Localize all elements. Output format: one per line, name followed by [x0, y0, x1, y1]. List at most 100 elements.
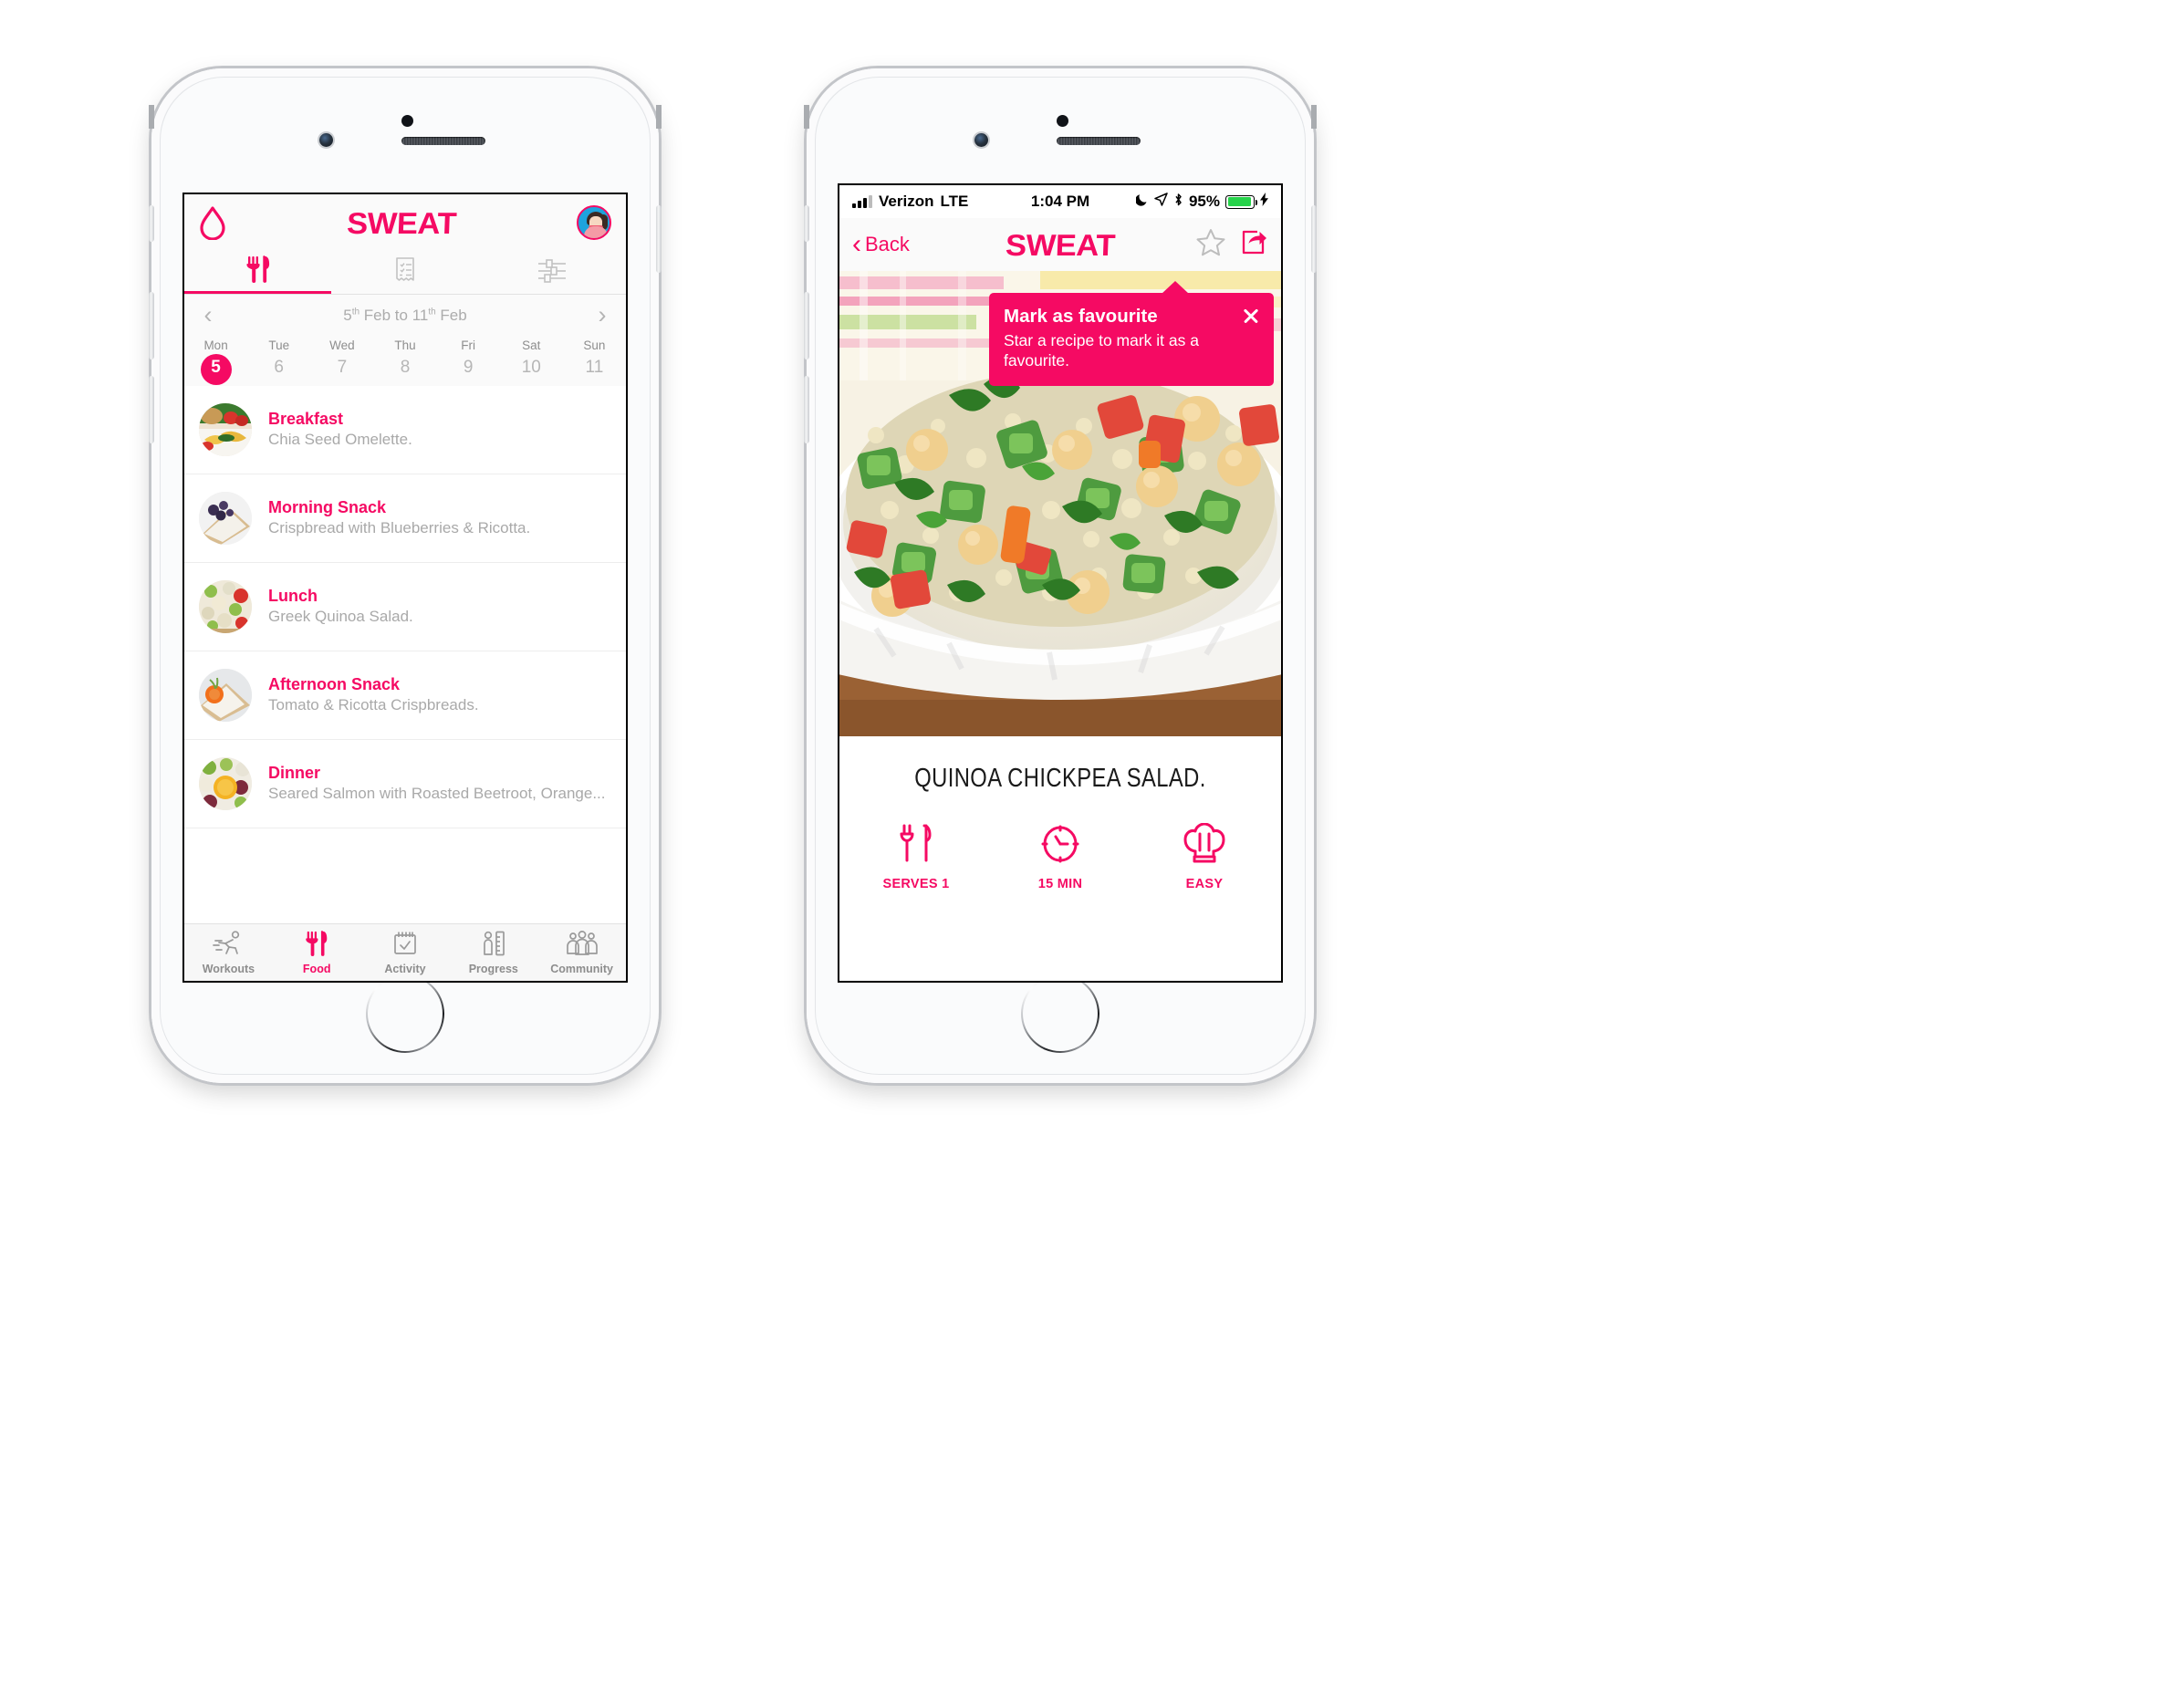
- tabbar-item-workouts[interactable]: Workouts: [184, 930, 273, 975]
- avatar[interactable]: [577, 205, 611, 240]
- tab-preferences[interactable]: [479, 251, 626, 295]
- earpiece-speaker: [401, 137, 485, 145]
- tabbar-item-food[interactable]: Food: [273, 930, 361, 975]
- recipe-stats: SERVES 1 15 MIN EASY: [839, 822, 1281, 891]
- list-item[interactable]: Afternoon Snack Tomato & Ricotta Crispbr…: [184, 651, 626, 740]
- device-bezel: Verizon LTE 1:04 PM 95% ‹ Back SWEAT Mar…: [815, 77, 1306, 1075]
- iphone-device-left: SWEAT ‹ 5th Feb to 11th Feb › Mon Tue We…: [149, 68, 662, 1083]
- day-number-label: 11: [585, 358, 604, 377]
- meal-title: Afternoon Snack: [268, 675, 401, 694]
- meal-text: Breakfast Chia Seed Omelette.: [268, 409, 412, 450]
- day-number-row: 5 6 7 8 9 10 11: [184, 354, 626, 386]
- cutlery-icon: [305, 930, 328, 960]
- volume-up-button[interactable]: [804, 292, 809, 359]
- week-start-suffix: th: [351, 306, 360, 317]
- meal-title: Dinner: [268, 764, 321, 783]
- sliders-icon: [537, 258, 568, 288]
- status-bar: Verizon LTE 1:04 PM 95%: [839, 185, 1281, 218]
- body-ruler-icon: [481, 931, 506, 960]
- checklist-receipt-icon: [394, 256, 416, 289]
- clock-label: 1:04 PM: [1030, 193, 1090, 210]
- water-drop-icon[interactable]: [199, 205, 226, 240]
- stat-time: 15 MIN: [1021, 823, 1099, 891]
- tabbar-item-activity[interactable]: Activity: [361, 931, 450, 975]
- stat-difficulty: EASY: [1165, 822, 1244, 891]
- chef-hat-icon: [1183, 822, 1225, 867]
- day-name-row: Mon Tue Wed Thu Fri Sat Sun: [184, 336, 626, 356]
- tab-meals[interactable]: [184, 251, 332, 295]
- list-item[interactable]: Breakfast Chia Seed Omelette.: [184, 386, 626, 474]
- sweat-logo: SWEAT: [1005, 227, 1116, 262]
- tabbar-label: Progress: [468, 962, 518, 975]
- meal-subtitle: Seared Salmon with Roasted Beetroot, Ora…: [268, 784, 606, 802]
- day-name: Wed: [329, 338, 355, 352]
- day-name: Mon: [203, 338, 228, 352]
- day-number[interactable]: 10: [500, 356, 563, 386]
- frame-antenna-seam-left: [149, 105, 154, 129]
- week-end-day: 11: [412, 306, 429, 324]
- volume-down-button[interactable]: [149, 376, 154, 443]
- section-tabs: [184, 251, 626, 295]
- list-item[interactable]: Lunch Greek Quinoa Salad.: [184, 563, 626, 651]
- close-x-icon[interactable]: [1242, 307, 1260, 325]
- week-start-day: 5: [343, 306, 352, 324]
- back-button[interactable]: ‹ Back: [852, 229, 910, 259]
- signal-strength-icon: [852, 194, 872, 208]
- iphone-device-right: Verizon LTE 1:04 PM 95% ‹ Back SWEAT Mar…: [804, 68, 1317, 1083]
- frame-antenna-seam-right: [1311, 105, 1317, 129]
- next-week-button[interactable]: ›: [591, 303, 613, 328]
- day-number[interactable]: 11: [563, 356, 626, 386]
- cutlery-icon: [246, 255, 270, 287]
- meal-title: Breakfast: [268, 410, 344, 429]
- page-title: QUINOA CHICKPEA SALAD.: [914, 764, 1206, 793]
- prev-week-button[interactable]: ‹: [197, 303, 219, 328]
- header-actions: [1196, 228, 1268, 261]
- volume-down-button[interactable]: [804, 376, 809, 443]
- tabbar-label: Food: [302, 962, 331, 975]
- tooltip-title: Mark as favourite: [1004, 306, 1158, 327]
- meal-thumbnail-afternoon-snack: [199, 669, 252, 722]
- chevron-left-icon: ‹: [852, 229, 861, 259]
- battery-percent-label: 95%: [1188, 193, 1220, 210]
- frame-antenna-seam-left: [804, 105, 809, 129]
- frame-antenna-seam-right: [656, 105, 662, 129]
- star-outline-icon[interactable]: [1196, 228, 1225, 261]
- people-icon: [566, 930, 599, 960]
- earpiece-speaker: [1057, 137, 1141, 145]
- day-number[interactable]: 8: [373, 356, 436, 386]
- day-number[interactable]: 7: [310, 356, 373, 386]
- list-item[interactable]: Morning Snack Crispbread with Blueberrie…: [184, 474, 626, 563]
- mute-switch[interactable]: [804, 205, 809, 242]
- front-camera: [319, 133, 333, 147]
- week-range-mid: Feb to: [360, 306, 412, 324]
- tabbar-label: Workouts: [202, 962, 255, 975]
- tabbar-item-community[interactable]: Community: [537, 930, 626, 975]
- meal-thumbnail-dinner: [199, 757, 252, 810]
- home-button[interactable]: [1021, 974, 1099, 1053]
- bottom-tab-bar: Workouts Food Activity Progress Communit…: [184, 923, 626, 981]
- list-item[interactable]: Dinner Seared Salmon with Roasted Beetro…: [184, 740, 626, 828]
- recipe-info: QUINOA CHICKPEA SALAD. SERVES 1 15 MIN E…: [839, 736, 1281, 891]
- power-button[interactable]: [1311, 205, 1317, 273]
- meal-title: Lunch: [268, 587, 318, 606]
- volume-up-button[interactable]: [149, 292, 154, 359]
- mute-switch[interactable]: [149, 205, 154, 242]
- share-box-icon[interactable]: [1240, 228, 1268, 261]
- tabs-divider: [184, 294, 626, 295]
- recipe-header: ‹ Back SWEAT: [839, 218, 1281, 271]
- clock-icon: [1040, 825, 1080, 867]
- meal-subtitle: Greek Quinoa Salad.: [268, 607, 413, 625]
- stat-label: EASY: [1185, 877, 1224, 891]
- meal-thumbnail-lunch: [199, 580, 252, 633]
- day-number-selected[interactable]: 5: [184, 354, 247, 386]
- device-bezel: SWEAT ‹ 5th Feb to 11th Feb › Mon Tue We…: [160, 77, 651, 1075]
- day-number-label: 7: [337, 358, 348, 377]
- tabbar-item-progress[interactable]: Progress: [449, 931, 537, 975]
- power-button[interactable]: [656, 205, 662, 273]
- day-number[interactable]: 6: [247, 356, 310, 386]
- tab-shopping-list[interactable]: [331, 251, 478, 295]
- home-button[interactable]: [366, 974, 444, 1053]
- day-number[interactable]: 9: [437, 356, 500, 386]
- meal-list: Breakfast Chia Seed Omelette. Morning Sn…: [184, 386, 626, 828]
- tooltip-body: Star a recipe to mark it as a favourite.: [1004, 331, 1199, 370]
